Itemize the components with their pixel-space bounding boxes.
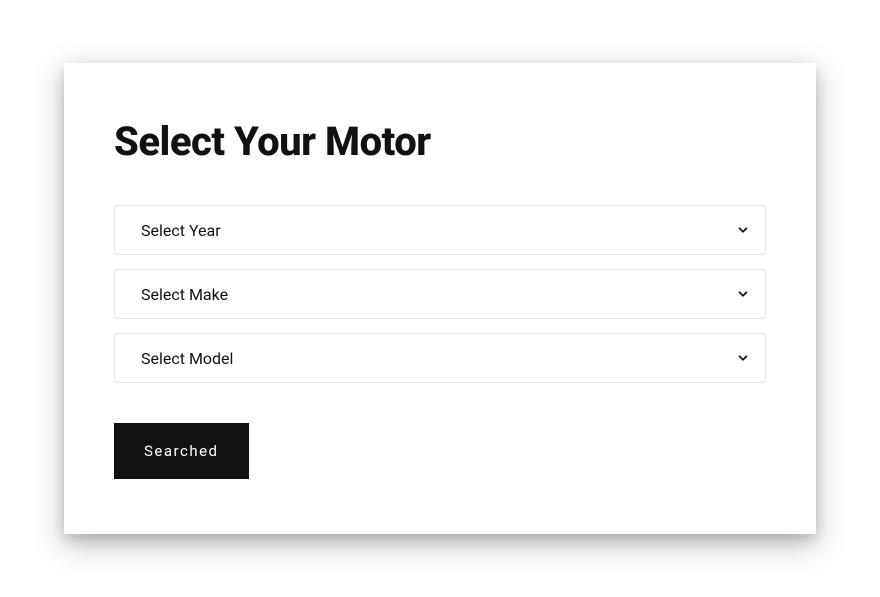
make-select[interactable]: Select Make (114, 269, 766, 319)
page-title: Select Your Motor (114, 118, 766, 165)
year-select[interactable]: Select Year (114, 205, 766, 255)
motor-select-card: Select Your Motor Select Year Select Mak… (64, 63, 816, 534)
make-select-label: Select Make (141, 285, 228, 304)
model-select-label: Select Model (141, 349, 233, 368)
year-select-wrapper: Select Year (114, 205, 766, 255)
model-select[interactable]: Select Model (114, 333, 766, 383)
make-select-wrapper: Select Make (114, 269, 766, 319)
search-button[interactable]: Searched (114, 423, 249, 479)
year-select-label: Select Year (141, 221, 221, 240)
model-select-wrapper: Select Model (114, 333, 766, 383)
